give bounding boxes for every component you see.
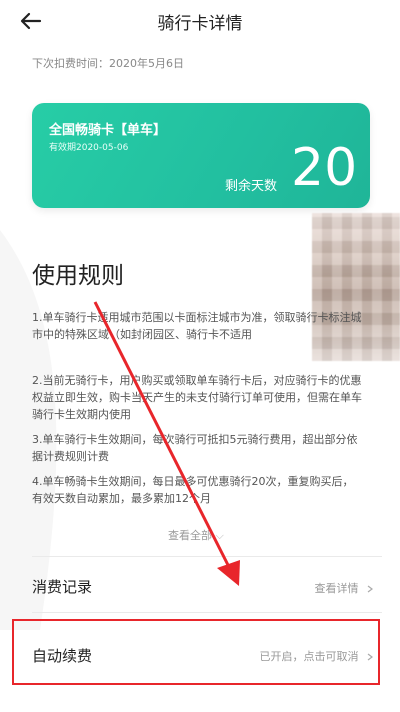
view-all-label: 查看全部	[168, 529, 212, 542]
card-title: 全国畅骑卡【单车】	[49, 123, 167, 138]
highlight-box	[12, 619, 380, 685]
remaining-days-label: 剩余天数	[225, 179, 278, 194]
divider	[32, 556, 382, 557]
page-title: 骑行卡详情	[157, 14, 243, 34]
divider	[32, 612, 382, 613]
next-deduction-date: 下次扣费时间：2020年5月6日	[32, 57, 184, 70]
view-details-link[interactable]: 查看详情	[314, 580, 373, 596]
rule-item: 2.当前无骑行卡，用户购买或领取单车骑行卡后，对应骑行卡的优惠权益立即生效，购卡…	[32, 374, 362, 421]
rule-item: 1.单车骑行卡适用城市范围以卡面标注城市为准，领取骑行卡标注城市中的特殊区域（如…	[32, 311, 362, 341]
remaining-days-value: 20	[291, 138, 358, 198]
consumption-record-label[interactable]: 消费记录	[32, 576, 92, 597]
rules-title: 使用规则	[32, 263, 124, 289]
chevron-down-icon: ⌵	[215, 529, 224, 542]
background-decoration	[0, 230, 57, 630]
view-details-label: 查看详情	[314, 582, 359, 595]
view-all-link[interactable]: 查看全部 ⌵	[168, 527, 224, 543]
riding-card: 全国畅骑卡【单车】 有效期2020-05-06 剩余天数 20	[32, 103, 370, 208]
card-validity: 有效期2020-05-06	[49, 143, 129, 153]
header-bar: 骑行卡详情	[0, 0, 400, 44]
chevron-right-icon	[367, 585, 373, 593]
rule-item: 4.单车畅骑卡生效期间，每日最多可优惠骑行20次，重复购买后，有效天数自动累加，…	[32, 475, 354, 505]
rule-item: 3.单车骑行卡生效期间，每次骑行可抵扣5元骑行费用，超出部分依据计费规则计费	[32, 433, 358, 463]
